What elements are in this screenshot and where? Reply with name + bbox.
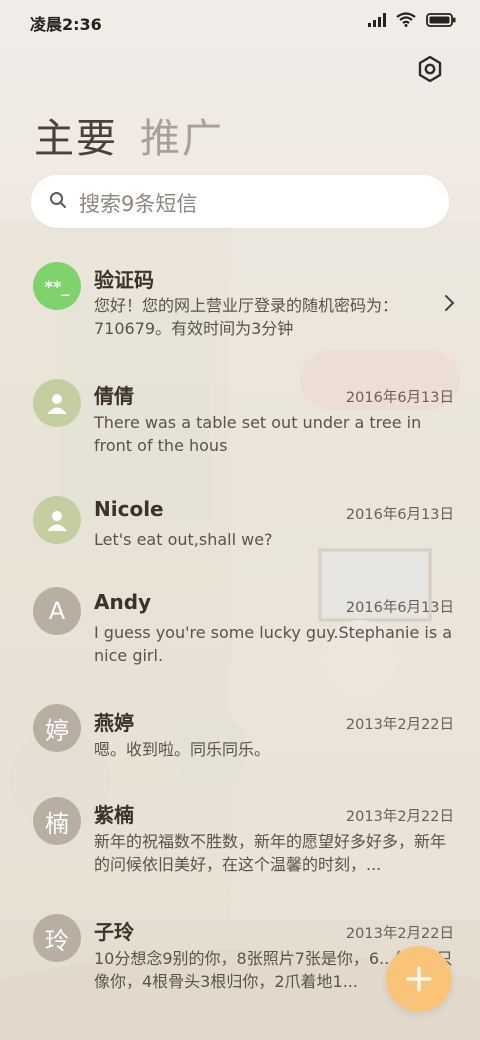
message-row-nicole[interactable]: Nicole 2016年6月13日 Let's eat out,shall we… [0,483,480,588]
message-date: 2016年6月13日 [345,390,454,406]
message-snippet: There was a table set out under a tree i… [94,413,422,455]
message-date: 2016年6月13日 [345,600,454,616]
message-snippet: 您好！您的网上营业厅登录的随机密码为：710679。有效时间为3分钟 [94,296,399,338]
category-tabs: 主要 推广 [34,106,224,164]
message-snippet: I guess you're some lucky guy.Stephanie … [94,623,453,665]
avatar-initial: **_ [44,276,70,296]
avatar-initial: 楠 [45,809,69,838]
avatar-nicole [33,496,81,544]
contact-name: Nicole [94,497,164,521]
search-placeholder: 搜索9条短信 [79,192,198,216]
avatar-yanting: 婷 [33,704,81,752]
message-snippet: Let's eat out,shall we? [94,530,273,549]
message-row-andy[interactable]: A Andy 2016年6月13日 I guess you're some lu… [0,576,480,681]
message-date: 2013年2月22日 [345,926,454,942]
message-row-verification[interactable]: **_ 验证码 您好！您的网上营业厅登录的随机密码为：710679。有效时间为3… [0,248,480,353]
status-icons [368,12,456,27]
tab-primary[interactable]: 主要 [34,106,118,164]
contact-name: 子玲 [94,920,134,944]
plus-icon [406,966,432,992]
search-bar[interactable]: 搜索9条短信 [31,175,449,228]
message-date: 2013年2月22日 [345,717,454,733]
settings-gear-icon[interactable] [416,55,444,83]
avatar-ziling: 玲 [33,914,81,962]
wifi-icon [396,12,416,27]
contact-name: Andy [94,590,152,614]
message-row-zinan[interactable]: 楠 紫楠 2013年2月22日 新年的祝福数不胜数，新年的愿望好多好多，新年的问… [0,785,480,890]
person-icon [47,394,67,414]
avatar-initial: 玲 [45,926,69,955]
message-row-qianqian[interactable]: 倩倩 2016年6月13日 There was a table set out … [0,366,480,471]
contact-name: 验证码 [94,268,154,292]
status-bar: 凌晨2:36 [0,0,480,42]
person-icon [47,511,67,531]
new-message-button[interactable] [386,946,452,1012]
tab-promotions[interactable]: 推广 [140,106,224,164]
avatar-andy: A [33,587,81,635]
avatar-verification: **_ [33,262,81,310]
avatar-qianqian [33,379,81,427]
message-snippet: 新年的祝福数不胜数，新年的愿望好多好多，新年的问候依旧美好，在这个温馨的时刻，.… [94,832,447,874]
avatar-initial: 婷 [45,716,69,745]
signal-icon [368,12,386,27]
message-date: 2013年2月22日 [345,809,454,825]
message-row-yanting[interactable]: 婷 燕婷 2013年2月22日 嗯。收到啦。同乐同乐。 [0,693,480,798]
contact-name: 紫楠 [94,803,134,827]
contact-name: 倩倩 [94,384,134,408]
message-snippet: 嗯。收到啦。同乐同乐。 [94,740,271,759]
status-time: 凌晨2:36 [30,15,102,34]
avatar-initial: A [48,597,66,625]
search-icon [50,192,66,208]
message-date: 2016年6月13日 [345,507,454,523]
chevron-right-icon[interactable] [444,294,456,312]
battery-icon [426,12,456,27]
avatar-zinan: 楠 [33,797,81,845]
contact-name: 燕婷 [94,711,134,735]
